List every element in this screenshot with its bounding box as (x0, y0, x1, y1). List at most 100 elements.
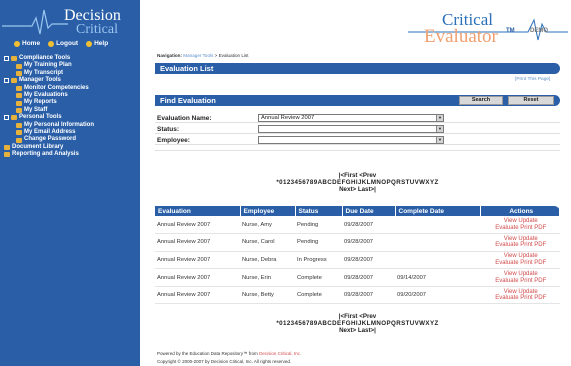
reset-button[interactable]: Reset (508, 96, 554, 105)
view-link[interactable]: View (504, 271, 517, 277)
view-link[interactable]: View (504, 218, 517, 224)
column-header-complete-date[interactable]: Complete Date (395, 206, 481, 216)
evaluate-link[interactable]: Evaluate (495, 242, 518, 248)
footer-copyright: Copyright © 2000-2007 by Decision Critic… (157, 358, 292, 364)
sidebar-item-my-evaluations[interactable]: My Evaluations (4, 92, 94, 99)
decision-critical-logo[interactable]: Decision Critical (0, 0, 140, 38)
cell-due-date: 09/28/2007 (342, 268, 395, 287)
critical-evaluator-logo: Critical Evaluator TM DEMO (408, 10, 568, 50)
home-label: Home (22, 40, 41, 47)
cell-actions: View Update Evaluate Print PDF (480, 286, 560, 305)
search-button[interactable]: Search (459, 96, 503, 105)
menu-label: Document Library (12, 143, 64, 150)
sidebar-item-transcript[interactable]: My Transcript (4, 70, 94, 77)
page-icon (16, 63, 22, 69)
top-nav: Home Logout Help (14, 40, 108, 47)
sidebar-item-document-library[interactable]: Document Library (4, 144, 94, 151)
view-link[interactable]: View (504, 253, 517, 259)
cell-status: Pending (295, 233, 342, 252)
evaluate-link[interactable]: Evaluate (495, 295, 518, 301)
actions-line1: View Update (482, 271, 560, 278)
footer-line1: Powered by the Education Data Repository… (157, 350, 301, 358)
pager-bottom: |<First <Prev *0123456789ABCDEFGHIJKLMNO… (155, 313, 560, 335)
status-select[interactable]: ▼ (258, 125, 444, 133)
chevron-down-icon: ▼ (436, 126, 443, 132)
pdf-link[interactable]: PDF (534, 242, 546, 248)
print-link[interactable]: Print (520, 295, 532, 301)
logout-icon (48, 40, 55, 47)
chevron-down-icon: ▼ (436, 137, 443, 143)
cell-employee: Nurse, Erin (240, 268, 295, 287)
sidebar-item-my-reports[interactable]: My Reports (4, 99, 94, 106)
menu-label: Reporting and Analysis (12, 151, 79, 158)
pdf-link[interactable]: PDF (534, 278, 546, 284)
home-icon (14, 40, 20, 47)
logout-link[interactable]: Logout (48, 40, 78, 47)
update-link[interactable]: Update (518, 236, 537, 242)
pdf-link[interactable]: PDF (534, 295, 546, 301)
view-link[interactable]: View (504, 289, 517, 295)
evaluate-link[interactable]: Evaluate (495, 260, 518, 266)
logout-label: Logout (56, 40, 79, 47)
evaluation-name-select[interactable]: Annual Review 2007 ▼ (258, 114, 444, 122)
cell-employee: Nurse, Debra (240, 251, 295, 270)
sidebar-item-change-password[interactable]: Change Password (4, 136, 94, 143)
report-icon (16, 100, 22, 106)
cell-status: Complete (295, 286, 342, 305)
footer-company-link[interactable]: Decision Critical, Inc. (259, 351, 301, 356)
print-link[interactable]: Print (520, 242, 532, 248)
actions-line2: Evaluate Print PDF (482, 225, 560, 232)
menu-label: My Staff (24, 106, 48, 113)
demo-label: DEMO (530, 28, 548, 34)
sidebar-item-reporting[interactable]: Reporting and Analysis (4, 151, 94, 158)
chart-icon (16, 85, 22, 91)
sidebar-item-email[interactable]: My Email Address (4, 129, 94, 136)
actions-line1: View Update (482, 253, 560, 260)
evaluate-link[interactable]: Evaluate (495, 225, 518, 231)
print-link[interactable]: Print (520, 278, 532, 284)
form-row-employee: Employee: ▼ (155, 134, 560, 145)
view-link[interactable]: View (504, 236, 517, 242)
chevron-down-icon: ▼ (436, 115, 443, 121)
cell-complete-date (395, 233, 480, 252)
pdf-link[interactable]: PDF (534, 260, 546, 266)
breadcrumb-separator: > (214, 53, 218, 58)
evaluate-link[interactable]: Evaluate (495, 278, 518, 284)
home-link[interactable]: Home (14, 40, 40, 47)
pager-next-last[interactable]: Next> Last>| (155, 327, 560, 335)
help-link[interactable]: Help (86, 40, 108, 47)
pdf-link[interactable]: PDF (534, 225, 546, 231)
column-header-employee[interactable]: Employee (240, 206, 296, 216)
menu-label: My Reports (24, 99, 57, 106)
employee-select[interactable]: ▼ (258, 136, 444, 144)
print-link[interactable]: Print (520, 260, 532, 266)
menu-section-manager[interactable]: Manager Tools (4, 77, 94, 84)
sidebar-item-training-plan[interactable]: My Training Plan (4, 62, 94, 69)
cell-evaluation: Annual Review 2007 (155, 216, 240, 235)
print-link[interactable]: Print (520, 225, 532, 231)
table-row: Annual Review 2007 Nurse, Debra In Progres… (155, 251, 560, 270)
pager-next-last[interactable]: Next> Last>| (155, 186, 560, 194)
collapse-icon (4, 78, 9, 84)
sidebar-item-my-staff[interactable]: My Staff (4, 107, 94, 114)
update-link[interactable]: Update (518, 289, 537, 295)
menu-section-compliance[interactable]: Compliance Tools (4, 55, 94, 62)
menu-label: My Evaluations (24, 92, 68, 99)
sidebar-item-personal-info[interactable]: My Personal Information (4, 122, 94, 129)
evaluation-name-label: Evaluation Name: (157, 115, 212, 122)
actions-line2: Evaluate Print PDF (482, 278, 560, 285)
menu-section-personal[interactable]: Personal Tools (4, 114, 94, 121)
update-link[interactable]: Update (518, 253, 537, 259)
menu-label: Manager Tools (19, 77, 61, 84)
column-header-evaluation[interactable]: Evaluation (155, 206, 241, 216)
actions-line1: View Update (482, 236, 560, 243)
column-header-due-date[interactable]: Due Date (342, 206, 396, 216)
column-header-status[interactable]: Status (295, 206, 343, 216)
update-link[interactable]: Update (518, 218, 537, 224)
update-link[interactable]: Update (518, 271, 537, 277)
print-page-link[interactable]: [Print This Page] (515, 77, 550, 82)
table-header-row: Evaluation Employee Status Due Date Comp… (155, 206, 560, 216)
sidebar-item-monitor-competencies[interactable]: Monitor Competencies (4, 85, 94, 92)
table-row: Annual Review 2007 Nurse, Amy Pending 09/28… (155, 216, 560, 235)
breadcrumb-link-manager-tools[interactable]: Manager Tools (183, 53, 213, 58)
